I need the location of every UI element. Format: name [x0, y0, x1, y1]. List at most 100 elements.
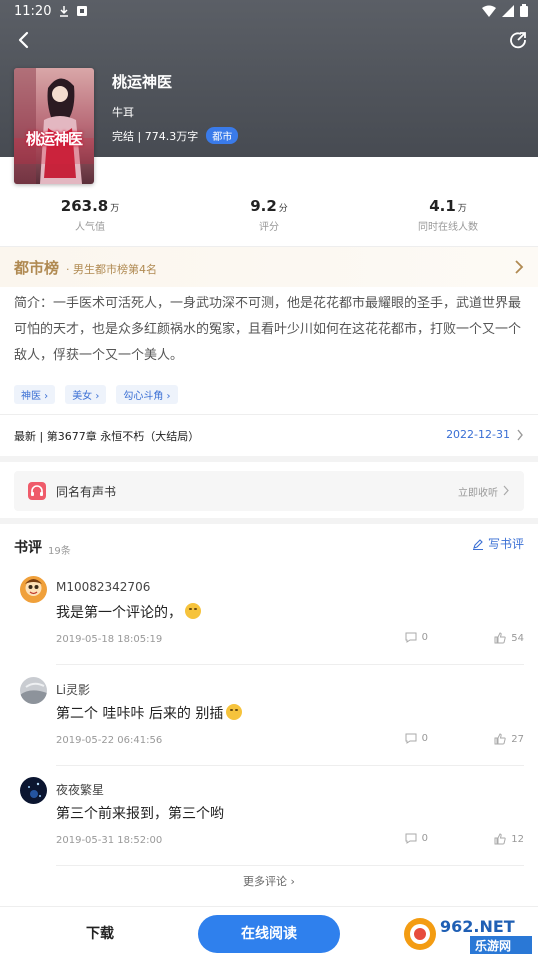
comment-button[interactable]: 0 [405, 833, 428, 844]
refresh-share-icon[interactable] [506, 28, 530, 52]
more-reviews-label: 更多评论 [243, 875, 288, 888]
review-content: 第三个前来报到，第三个哟 [56, 803, 224, 823]
headphones-icon [28, 482, 46, 500]
comment-button[interactable]: 0 [405, 733, 428, 744]
review-content: 我是第一个评论的， [56, 602, 201, 622]
like-button[interactable]: 27 [494, 733, 524, 745]
smirk-emoji-icon [226, 704, 243, 720]
book-cover[interactable]: 桃运神医 [14, 68, 94, 184]
review-username[interactable]: 夜夜繁星 [56, 781, 104, 798]
divider [56, 664, 524, 665]
genre-badge[interactable]: 都市 [206, 127, 239, 144]
like-button[interactable]: 54 [494, 632, 524, 644]
tag-label: 神医 [21, 391, 41, 402]
review-time: 2019-05-18 18:05:19 [56, 634, 163, 645]
review-text: 第二个 哇咔咔 后来的 别插 [56, 706, 224, 722]
tag-item[interactable]: 美女 › [65, 385, 107, 404]
stat-rating: 9.2 分 评分 [189, 196, 349, 233]
battery-icon [520, 4, 528, 17]
review-item: Li灵影 第二个 哇咔咔 后来的 别插 2019-05-22 06:41:56 … [0, 677, 538, 773]
download-status-icon [60, 6, 68, 17]
review-content: 第二个 哇咔咔 后来的 别插 [56, 703, 243, 723]
section-divider [0, 518, 538, 524]
svg-text:962.NET: 962.NET [440, 917, 515, 936]
divider [56, 865, 524, 866]
tag-label: 美女 [72, 391, 93, 402]
chevron-right-icon [503, 485, 509, 496]
book-intro: 简介：一手医术可活死人，一身武功深不可测，他是花花都市最耀眼的圣手，武道世界最可… [14, 296, 522, 363]
review-text: 第三个前来报到，第三个哟 [56, 806, 224, 822]
stat-value: 9.2 [250, 197, 277, 215]
write-review-label: 写书评 [487, 537, 524, 551]
avatar[interactable] [20, 777, 47, 804]
stat-unit: 万 [457, 204, 467, 214]
tag-list: 神医 › 美女 › 勾心斗角 › [14, 385, 178, 404]
audiobook-row[interactable]: 同名有声书 立即收听 [14, 471, 524, 511]
stat-popularity: 263.8 万 人气值 [10, 196, 170, 233]
review-time: 2019-05-31 18:52:00 [56, 835, 163, 846]
comment-icon [405, 733, 417, 744]
review-username[interactable]: Li灵影 [56, 681, 90, 698]
chevron-right-icon [517, 429, 523, 441]
stat-unit: 万 [110, 204, 120, 214]
like-button[interactable]: 12 [494, 833, 524, 845]
thumbs-up-icon [494, 632, 506, 644]
review-username[interactable]: M10082342706 [56, 580, 150, 594]
stat-label: 人气值 [75, 222, 105, 233]
read-online-button[interactable]: 在线阅读 [198, 915, 340, 953]
book-cover-title: 桃运神医 [25, 130, 83, 148]
comment-count: 0 [421, 632, 428, 643]
signal-icon [502, 4, 514, 17]
tag-item[interactable]: 神医 › [14, 385, 56, 404]
smirk-emoji-icon [185, 603, 201, 619]
latest-chapter-row[interactable]: 最新 | 第3677章 永恒不朽（大结局） 2022-12-31 [0, 415, 538, 455]
book-title: 桃运神医 [112, 73, 173, 91]
reviews-count: 19条 [48, 546, 71, 557]
like-count: 54 [511, 632, 524, 644]
wifi-icon [482, 5, 496, 17]
reviews-title: 书评 [14, 540, 42, 556]
site-watermark: 962.NET 乐游网 [400, 910, 538, 958]
book-status-wordcount: 完结 | 774.3万字 [112, 129, 199, 143]
reviews-header: 书评 19条 写书评 [0, 533, 538, 561]
avatar[interactable] [20, 576, 47, 603]
listen-now-link[interactable]: 立即收听 [458, 484, 498, 499]
ranking-title: 都市榜 [14, 259, 60, 277]
notification-status-icon [77, 6, 87, 16]
more-reviews-link[interactable]: 更多评论 › [0, 873, 538, 889]
tag-label: 勾心斗角 [123, 391, 164, 402]
stat-value: 4.1 [429, 197, 456, 215]
book-author[interactable]: 牛耳 [112, 104, 134, 120]
ranking-subtitle: · 男生都市榜第4名 [66, 263, 157, 276]
book-cover-image [14, 68, 94, 184]
tag-item[interactable]: 勾心斗角 › [116, 385, 178, 404]
review-time: 2019-05-22 06:41:56 [56, 735, 163, 746]
stat-label: 评分 [259, 222, 279, 233]
latest-chapter-date: 2022-12-31 [446, 428, 510, 441]
chevron-right-icon [515, 260, 524, 274]
stat-unit: 分 [278, 204, 288, 214]
avatar[interactable] [20, 677, 47, 704]
ranking-row[interactable]: 都市榜 · 男生都市榜第4名 [0, 247, 538, 287]
stat-label: 同时在线人数 [418, 222, 478, 233]
like-count: 27 [511, 733, 524, 745]
latest-chapter-title: 最新 | 第3677章 永恒不朽（大结局） [14, 430, 200, 443]
write-review-button[interactable]: 写书评 [472, 535, 524, 552]
stat-online: 4.1 万 同时在线人数 [368, 196, 528, 233]
download-button[interactable]: 下载 [60, 923, 140, 943]
pen-icon [472, 538, 483, 550]
like-count: 12 [511, 833, 524, 845]
review-item: 夜夜繁星 第三个前来报到，第三个哟 2019-05-31 18:52:00 0 … [0, 777, 538, 873]
comment-icon [405, 833, 417, 844]
audiobook-label: 同名有声书 [56, 485, 117, 499]
thumbs-up-icon [494, 733, 506, 745]
comment-button[interactable]: 0 [405, 632, 428, 643]
stat-value: 263.8 [60, 197, 109, 215]
back-icon[interactable] [12, 28, 36, 52]
svg-text:乐游网: 乐游网 [475, 938, 511, 953]
comment-count: 0 [421, 833, 428, 844]
status-bar: 11:20 [0, 0, 538, 24]
status-time: 11:20 [14, 4, 52, 19]
review-item: M10082342706 我是第一个评论的， 2019-05-18 18:05:… [0, 576, 538, 672]
book-stats: 263.8 万 人气值 9.2 分 评分 4.1 万 同时在线人数 [0, 196, 538, 236]
